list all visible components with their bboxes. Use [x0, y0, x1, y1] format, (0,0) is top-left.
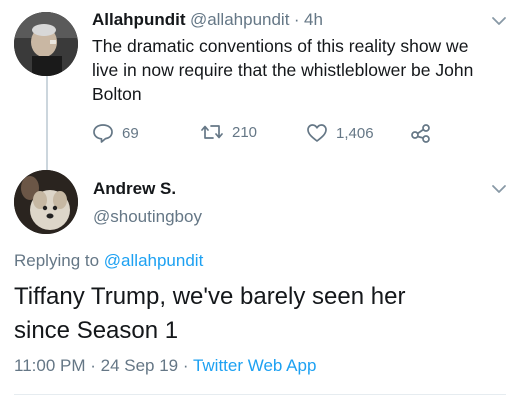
like-count: 1,406: [336, 124, 374, 142]
replying-to-label: Replying to: [14, 251, 100, 270]
reply-text-line: since Season 1: [14, 317, 179, 344]
share-action[interactable]: [410, 123, 432, 143]
reply-handle[interactable]: @shoutingboy: [93, 207, 202, 226]
retweet-action[interactable]: 210: [200, 123, 257, 141]
avatar-image: [14, 12, 78, 76]
like-action[interactable]: 1,406: [306, 123, 374, 143]
chevron-down-icon[interactable]: [490, 180, 508, 198]
reply-tweet-text: Tiffany Trump, we've barely seen her sin…: [14, 280, 514, 348]
share-icon: [411, 124, 430, 143]
chevron-down-icon[interactable]: [490, 12, 508, 30]
heart-icon: [307, 124, 327, 142]
reply-action[interactable]: 69: [92, 123, 139, 143]
parent-tweet-header: Allahpundit @allahpundit · 4h: [92, 10, 323, 30]
reply-count: 69: [122, 124, 139, 142]
parent-handle[interactable]: @allahpundit: [190, 10, 290, 29]
header-separator: ·: [293, 10, 300, 29]
client-app-link[interactable]: Twitter Web App: [193, 356, 316, 375]
reply-text-line: Tiffany Trump, we've barely seen her: [14, 283, 406, 310]
retweet-icon: [201, 125, 223, 139]
reply-avatar[interactable]: [14, 170, 78, 234]
replying-to-mention[interactable]: @allahpundit: [104, 251, 204, 270]
retweet-count: 210: [232, 123, 258, 141]
reply-display-name-wrap: Andrew S.: [93, 179, 176, 199]
tweet-timestamp[interactable]: 11:00 PM · 24 Sep 19: [14, 356, 178, 375]
parent-text-line: Bolton: [92, 84, 142, 104]
parent-text-line: live in now require that the whistleblow…: [92, 60, 474, 80]
parent-tweet-text: The dramatic conventions of this reality…: [92, 34, 512, 106]
avatar-image: [14, 170, 78, 234]
parent-display-name[interactable]: Allahpundit: [92, 10, 185, 29]
reply-handle-wrap: @shoutingboy: [93, 207, 202, 227]
footer-separator: ·: [182, 356, 189, 375]
tweet-footer: 11:00 PM · 24 Sep 19 · Twitter Web App: [14, 356, 316, 376]
replying-to-line: Replying to @allahpundit: [14, 251, 203, 271]
reply-display-name[interactable]: Andrew S.: [93, 179, 176, 198]
footer-divider: [14, 394, 506, 395]
parent-time[interactable]: 4h: [304, 10, 323, 29]
speech-bubble-icon: [93, 124, 113, 143]
parent-text-line: The dramatic conventions of this reality…: [92, 36, 469, 56]
thread-connector-line: [46, 76, 48, 170]
parent-avatar[interactable]: [14, 12, 78, 76]
